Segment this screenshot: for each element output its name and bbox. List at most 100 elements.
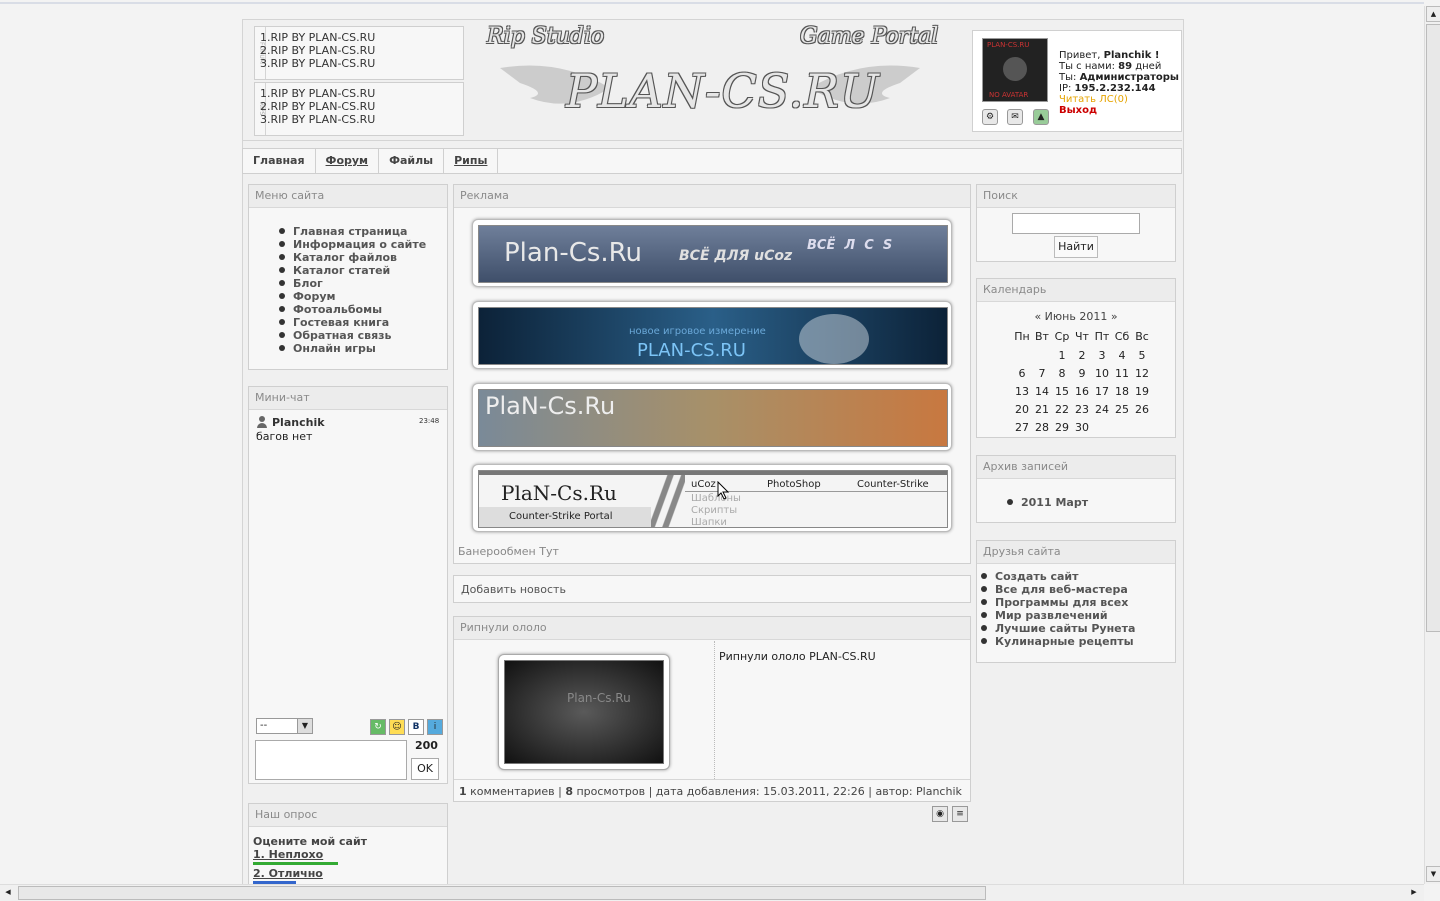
calendar-day: 20 [1015, 402, 1029, 416]
rip-link[interactable]: 3.RIP BY PLAN-CS.RU [260, 113, 375, 126]
mouse-cursor-icon [717, 481, 730, 500]
news-author[interactable]: Planchik [916, 785, 962, 798]
menu-item-forum[interactable]: Форум [279, 290, 447, 303]
chat-message-input[interactable] [255, 740, 407, 780]
upload-icon[interactable]: ▲ [1033, 109, 1049, 125]
avatar-top-text: PLAN-CS.RU [987, 41, 1030, 49]
comments-link[interactable]: комментариев [470, 785, 554, 798]
rip-link[interactable]: 2.RIP BY PLAN-CS.RU [260, 44, 375, 57]
calendar-next[interactable]: » [1111, 310, 1118, 323]
friend-link[interactable]: Все для веб-мастера [981, 583, 1175, 596]
vertical-scroll-thumb[interactable] [1426, 24, 1440, 632]
logo-rip-studio: Rip Studio [487, 24, 605, 49]
scroll-down-arrow-icon[interactable]: ▼ [1426, 866, 1440, 882]
rip-link[interactable]: 1.RIP BY PLAN-CS.RU [260, 31, 375, 44]
scroll-right-arrow-icon[interactable]: ▶ [1408, 886, 1420, 899]
menu-item-articles[interactable]: Каталог статей [279, 264, 447, 277]
thumbnail-text: Plan-Cs.Ru [567, 691, 631, 705]
poll-bar-1 [253, 862, 339, 865]
chat-user[interactable]: Planchik [272, 416, 325, 429]
menu-item-guestbook[interactable]: Гостевая книга [279, 316, 447, 329]
refresh-icon[interactable]: ↻ [370, 719, 386, 735]
add-news-link[interactable]: Добавить новость [461, 583, 566, 596]
settings-icon[interactable]: ⚙ [982, 109, 998, 125]
calendar-day: 3 [1098, 348, 1106, 362]
banner-1-title: Plan-Cs.Ru [504, 238, 643, 268]
rip-link[interactable]: 1.RIP BY PLAN-CS.RU [260, 87, 375, 100]
rip-link[interactable]: 2.RIP BY PLAN-CS.RU [260, 100, 375, 113]
nav-home[interactable]: Главная [243, 149, 316, 173]
friends-title: Друзья сайта [977, 541, 1175, 564]
user-name: Planchik ! [1103, 50, 1160, 61]
poll-answer-1[interactable]: 1. Неплохо [253, 848, 323, 861]
smiley-icon[interactable]: ☺ [389, 719, 405, 735]
with-us-days: 89 [1118, 61, 1133, 72]
calendar-day: 14 [1035, 384, 1049, 398]
calendar-day: 11 [1115, 366, 1129, 380]
banner-2[interactable]: новое игровое измерение PLAN-CS.RU [472, 301, 952, 369]
rip-link[interactable]: 3.RIP BY PLAN-CS.RU [260, 57, 375, 70]
calendar-day: 10 [1095, 366, 1109, 380]
search-input[interactable] [1012, 213, 1140, 234]
archive-item[interactable]: 2011 Март [1007, 496, 1175, 509]
chat-ok-button[interactable]: OK [411, 758, 439, 780]
horizontal-scrollbar[interactable]: ◀ ▶ [0, 884, 1424, 901]
banner-4-list: Шаблоны Скрипты Шапки [691, 493, 741, 527]
vertical-scrollbar[interactable]: ▲ ▼ [1424, 6, 1440, 884]
read-pm-link[interactable]: Читать ЛС(0) [1059, 94, 1179, 105]
calendar-table: Пн Вт Ср Чт Пт Сб Вс 12345 6 7 8 9 10 11 12 13 14 15 16… [1012, 326, 1152, 436]
friend-link[interactable]: Кулинарные рецепты [981, 635, 1175, 648]
role-label: Ты: [1059, 72, 1077, 83]
user-icon [257, 416, 267, 428]
news-text: Рипнули ололо PLAN-CS.RU [719, 650, 876, 663]
friend-link[interactable]: Мир развлечений [981, 609, 1175, 622]
banner-exchange-link[interactable]: Банерообмен Тут [458, 545, 559, 558]
search-button[interactable]: Найти [1054, 236, 1098, 258]
banner-4-top-bar [479, 471, 947, 475]
friend-link[interactable]: Программы для всех [981, 596, 1175, 609]
chat-time: 23:48 [419, 417, 440, 425]
mail-icon[interactable]: ✉ [1007, 109, 1023, 125]
calendar-day: 5 [1138, 348, 1146, 362]
menu-item-files[interactable]: Каталог файлов [279, 251, 447, 264]
menu-item-blog[interactable]: Блог [279, 277, 447, 290]
eye-icon[interactable]: ◉ [932, 806, 948, 822]
news-title[interactable]: Рипнули ололо [454, 617, 970, 640]
nav-forum[interactable]: Форум [316, 149, 380, 173]
banner-1[interactable]: Plan-Cs.Ru ВСЁ ДЛЯ uCoz ВСЁ Л С S [472, 219, 952, 287]
friend-link[interactable]: Создать сайт [981, 570, 1175, 583]
bold-icon[interactable]: B [408, 719, 424, 735]
calendar-day: 25 [1115, 402, 1129, 416]
calendar-day: 23 [1075, 402, 1089, 416]
info-icon[interactable]: i [427, 719, 443, 735]
news-thumbnail[interactable]: Plan-Cs.Ru [498, 654, 670, 770]
banner-3[interactable]: PlaN-Cs.Ru [472, 383, 952, 451]
banner-4[interactable]: PlaN-Cs.Ru Counter-Strike Portal uCoz Ph… [472, 464, 952, 532]
menu-item-about[interactable]: Информация о сайте [279, 238, 447, 251]
chat-select[interactable]: -- ▼ [256, 718, 313, 734]
menu-item-games[interactable]: Онлайн игры [279, 342, 447, 355]
friend-link[interactable]: Лучшие сайты Рунета [981, 622, 1175, 635]
header-divider [242, 140, 1182, 141]
nav-files[interactable]: Файлы [379, 149, 445, 173]
scroll-left-arrow-icon[interactable]: ◀ [2, 886, 14, 899]
comments-count: 1 [459, 785, 467, 798]
chat-message: багов нет [256, 430, 313, 443]
calendar-day: 12 [1135, 366, 1149, 380]
calendar-prev[interactable]: « [1034, 310, 1041, 323]
nav-rips[interactable]: Рипы [444, 149, 499, 173]
menu-item-photos[interactable]: Фотоальбомы [279, 303, 447, 316]
menu-item-feedback[interactable]: Обратная связь [279, 329, 447, 342]
menu-item-home[interactable]: Главная страница [279, 225, 447, 238]
logout-link[interactable]: Выход [1059, 105, 1179, 116]
horizontal-scroll-thumb[interactable] [18, 886, 986, 900]
details-icon[interactable]: ≡ [952, 806, 968, 822]
ads-title: Реклама [454, 185, 970, 208]
poll-answer-2[interactable]: 2. Отлично [253, 867, 323, 880]
calendar-month[interactable]: Июнь 2011 [1045, 310, 1108, 323]
with-us-unit: дней [1135, 61, 1162, 72]
logo-main[interactable]: PLAN-CS.RU [566, 64, 880, 118]
banner-4-tab-photoshop: PhotoShop [767, 479, 821, 490]
scroll-up-arrow-icon[interactable]: ▲ [1426, 6, 1440, 22]
banner-2-title: PLAN-CS.RU [637, 340, 746, 361]
